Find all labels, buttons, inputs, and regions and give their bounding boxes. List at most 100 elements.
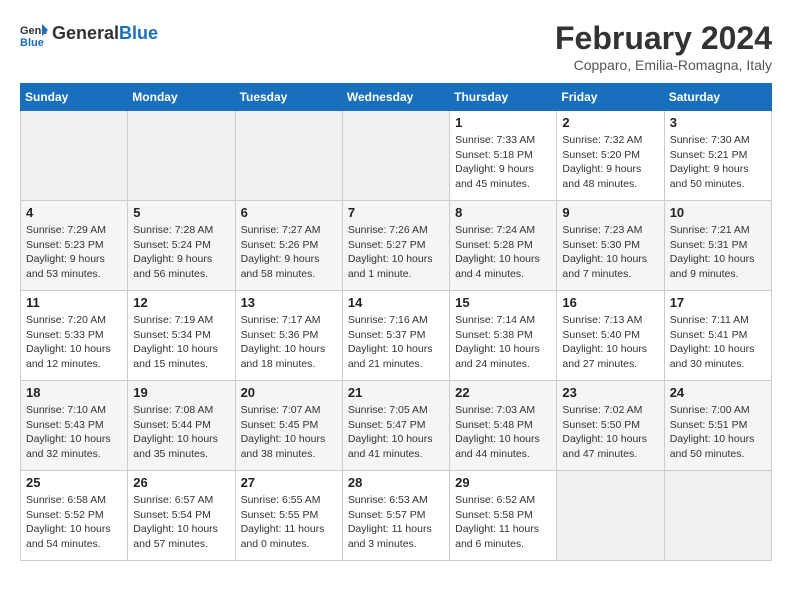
calendar-cell: 2Sunrise: 7:32 AMSunset: 5:20 PMDaylight… bbox=[557, 111, 664, 201]
calendar-cell: 6Sunrise: 7:27 AMSunset: 5:26 PMDaylight… bbox=[235, 201, 342, 291]
day-number: 6 bbox=[241, 205, 337, 220]
day-number: 5 bbox=[133, 205, 229, 220]
calendar-cell: 28Sunrise: 6:53 AMSunset: 5:57 PMDayligh… bbox=[342, 471, 449, 561]
calendar-cell bbox=[21, 111, 128, 201]
day-number: 29 bbox=[455, 475, 551, 490]
day-info: Sunrise: 7:10 AMSunset: 5:43 PMDaylight:… bbox=[26, 403, 122, 462]
day-info: Sunrise: 7:00 AMSunset: 5:51 PMDaylight:… bbox=[670, 403, 766, 462]
day-info: Sunrise: 6:57 AMSunset: 5:54 PMDaylight:… bbox=[133, 493, 229, 552]
day-number: 14 bbox=[348, 295, 444, 310]
calendar-cell: 14 Sunrise: 7:16 AMSunset: 5:37 PMDayligh… bbox=[342, 291, 449, 381]
day-number: 7 bbox=[348, 205, 444, 220]
day-info: Sunrise: 7:20 AMSunset: 5:33 PMDaylight:… bbox=[26, 313, 122, 372]
calendar-week-row: 4 Sunrise: 7:29 AMSunset: 5:23 PMDaylight… bbox=[21, 201, 772, 291]
calendar-cell bbox=[128, 111, 235, 201]
calendar-cell: 21Sunrise: 7:05 AMSunset: 5:47 PMDayligh… bbox=[342, 381, 449, 471]
days-header-row: SundayMondayTuesdayWednesdayThursdayFrid… bbox=[21, 84, 772, 111]
day-number: 27 bbox=[241, 475, 337, 490]
day-number: 13 bbox=[241, 295, 337, 310]
day-number: 17 bbox=[670, 295, 766, 310]
calendar-cell: 16 Sunrise: 7:13 AMSunset: 5:40 PMDayligh… bbox=[557, 291, 664, 381]
day-number: 4 bbox=[26, 205, 122, 220]
day-number: 16 bbox=[562, 295, 658, 310]
day-header-saturday: Saturday bbox=[664, 84, 771, 111]
calendar-week-row: 18 Sunrise: 7:10 AMSunset: 5:43 PMDayligh… bbox=[21, 381, 772, 471]
day-info: Sunrise: 7:11 AMSunset: 5:41 PMDaylight:… bbox=[670, 313, 766, 372]
day-info: Sunrise: 7:23 AMSunset: 5:30 PMDaylight:… bbox=[562, 223, 658, 282]
calendar-cell bbox=[235, 111, 342, 201]
day-header-sunday: Sunday bbox=[21, 84, 128, 111]
calendar-cell: 8Sunrise: 7:24 AMSunset: 5:28 PMDaylight… bbox=[450, 201, 557, 291]
day-number: 26 bbox=[133, 475, 229, 490]
calendar-cell: 15Sunrise: 7:14 AMSunset: 5:38 PMDayligh… bbox=[450, 291, 557, 381]
calendar-cell: 27 Sunrise: 6:55 AMSunset: 5:55 PMDayligh… bbox=[235, 471, 342, 561]
logo-blue-text: Blue bbox=[119, 23, 158, 43]
day-info: Sunrise: 6:58 AMSunset: 5:52 PMDaylight:… bbox=[26, 493, 122, 552]
day-number: 9 bbox=[562, 205, 658, 220]
calendar-week-row: 25 Sunrise: 6:58 AMSunset: 5:52 PMDayligh… bbox=[21, 471, 772, 561]
calendar-title: February 2024 bbox=[555, 20, 772, 57]
calendar-table: SundayMondayTuesdayWednesdayThursdayFrid… bbox=[20, 83, 772, 561]
calendar-cell: 17 Sunrise: 7:11 AMSunset: 5:41 PMDayligh… bbox=[664, 291, 771, 381]
calendar-cell: 23 Sunrise: 7:02 AMSunset: 5:50 PMDayligh… bbox=[557, 381, 664, 471]
day-number: 24 bbox=[670, 385, 766, 400]
day-info: Sunrise: 7:14 AMSunset: 5:38 PMDaylight:… bbox=[455, 313, 551, 372]
calendar-cell: 25 Sunrise: 6:58 AMSunset: 5:52 PMDayligh… bbox=[21, 471, 128, 561]
day-info: Sunrise: 7:05 AMSunset: 5:47 PMDaylight:… bbox=[348, 403, 444, 462]
calendar-cell: 12 Sunrise: 7:19 AMSunset: 5:34 PMDayligh… bbox=[128, 291, 235, 381]
calendar-cell: 5 Sunrise: 7:28 AMSunset: 5:24 PMDaylight… bbox=[128, 201, 235, 291]
logo: General Blue GeneralBlue bbox=[20, 20, 158, 48]
day-info: Sunrise: 6:52 AMSunset: 5:58 PMDaylight:… bbox=[455, 493, 551, 552]
day-header-tuesday: Tuesday bbox=[235, 84, 342, 111]
day-info: Sunrise: 7:13 AMSunset: 5:40 PMDaylight:… bbox=[562, 313, 658, 372]
day-header-wednesday: Wednesday bbox=[342, 84, 449, 111]
calendar-cell: 7Sunrise: 7:26 AMSunset: 5:27 PMDaylight… bbox=[342, 201, 449, 291]
calendar-cell: 18 Sunrise: 7:10 AMSunset: 5:43 PMDayligh… bbox=[21, 381, 128, 471]
calendar-cell: 13 Sunrise: 7:17 AMSunset: 5:36 PMDayligh… bbox=[235, 291, 342, 381]
day-number: 28 bbox=[348, 475, 444, 490]
day-info: Sunrise: 7:33 AMSunset: 5:18 PMDaylight:… bbox=[455, 133, 551, 192]
day-number: 12 bbox=[133, 295, 229, 310]
svg-text:Blue: Blue bbox=[20, 37, 44, 48]
day-info: Sunrise: 7:28 AMSunset: 5:24 PMDaylight:… bbox=[133, 223, 229, 282]
calendar-cell: 20Sunrise: 7:07 AMSunset: 5:45 PMDayligh… bbox=[235, 381, 342, 471]
logo-icon: General Blue bbox=[20, 20, 48, 48]
page-header: General Blue GeneralBlue February 2024 C… bbox=[20, 20, 772, 73]
calendar-cell bbox=[664, 471, 771, 561]
logo-general-text: General bbox=[52, 23, 119, 43]
day-number: 11 bbox=[26, 295, 122, 310]
calendar-cell bbox=[557, 471, 664, 561]
day-info: Sunrise: 7:02 AMSunset: 5:50 PMDaylight:… bbox=[562, 403, 658, 462]
day-info: Sunrise: 7:21 AMSunset: 5:31 PMDaylight:… bbox=[670, 223, 766, 282]
calendar-subtitle: Copparo, Emilia-Romagna, Italy bbox=[555, 57, 772, 73]
day-info: Sunrise: 7:29 AMSunset: 5:23 PMDaylight:… bbox=[26, 223, 122, 282]
day-number: 10 bbox=[670, 205, 766, 220]
calendar-week-row: 1 Sunrise: 7:33 AMSunset: 5:18 PMDaylight… bbox=[21, 111, 772, 201]
calendar-cell: 26 Sunrise: 6:57 AMSunset: 5:54 PMDayligh… bbox=[128, 471, 235, 561]
calendar-cell bbox=[342, 111, 449, 201]
day-info: Sunrise: 7:16 AMSunset: 5:37 PMDaylight:… bbox=[348, 313, 444, 372]
title-area: February 2024 Copparo, Emilia-Romagna, I… bbox=[555, 20, 772, 73]
day-number: 3 bbox=[670, 115, 766, 130]
calendar-cell: 10 Sunrise: 7:21 AMSunset: 5:31 PMDayligh… bbox=[664, 201, 771, 291]
day-info: Sunrise: 7:19 AMSunset: 5:34 PMDaylight:… bbox=[133, 313, 229, 372]
day-number: 8 bbox=[455, 205, 551, 220]
day-info: Sunrise: 7:17 AMSunset: 5:36 PMDaylight:… bbox=[241, 313, 337, 372]
day-number: 23 bbox=[562, 385, 658, 400]
day-number: 1 bbox=[455, 115, 551, 130]
calendar-cell: 9 Sunrise: 7:23 AMSunset: 5:30 PMDaylight… bbox=[557, 201, 664, 291]
day-number: 2 bbox=[562, 115, 658, 130]
calendar-cell: 1 Sunrise: 7:33 AMSunset: 5:18 PMDaylight… bbox=[450, 111, 557, 201]
calendar-cell: 29 Sunrise: 6:52 AMSunset: 5:58 PMDayligh… bbox=[450, 471, 557, 561]
day-info: Sunrise: 7:30 AMSunset: 5:21 PMDaylight:… bbox=[670, 133, 766, 192]
day-number: 18 bbox=[26, 385, 122, 400]
calendar-cell: 11 Sunrise: 7:20 AMSunset: 5:33 PMDayligh… bbox=[21, 291, 128, 381]
day-info: Sunrise: 6:55 AMSunset: 5:55 PMDaylight:… bbox=[241, 493, 337, 552]
day-number: 25 bbox=[26, 475, 122, 490]
calendar-cell: 4 Sunrise: 7:29 AMSunset: 5:23 PMDaylight… bbox=[21, 201, 128, 291]
day-info: Sunrise: 7:03 AMSunset: 5:48 PMDaylight:… bbox=[455, 403, 551, 462]
calendar-cell: 19Sunrise: 7:08 AMSunset: 5:44 PMDayligh… bbox=[128, 381, 235, 471]
day-number: 22 bbox=[455, 385, 551, 400]
day-header-thursday: Thursday bbox=[450, 84, 557, 111]
calendar-cell: 3 Sunrise: 7:30 AMSunset: 5:21 PMDaylight… bbox=[664, 111, 771, 201]
